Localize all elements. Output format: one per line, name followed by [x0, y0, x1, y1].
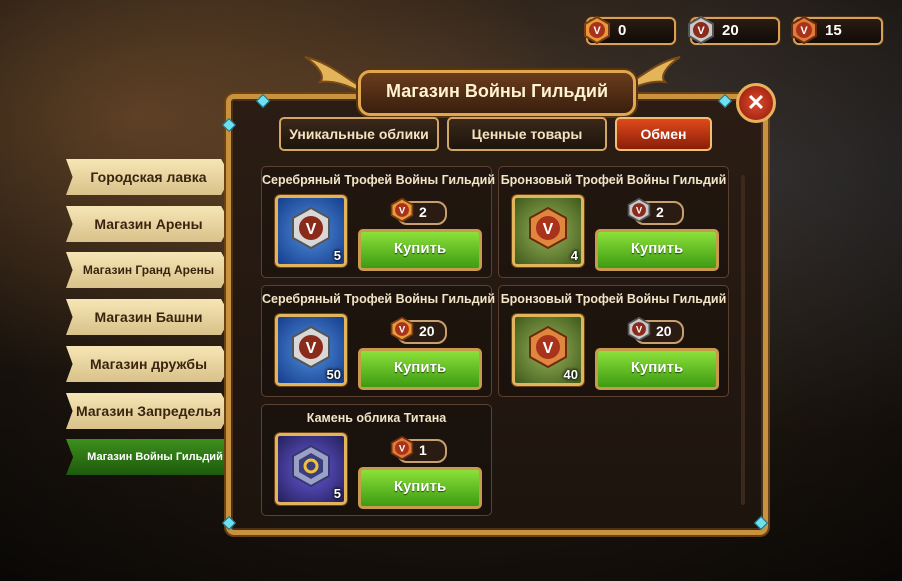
- item-price: V 20: [390, 316, 447, 344]
- currency-gold-trophy: V 0: [584, 15, 676, 45]
- svg-text:V: V: [399, 205, 406, 216]
- svg-text:V: V: [306, 340, 317, 357]
- bronze-trophy-icon: V: [791, 15, 817, 45]
- gold-trophy-icon: V: [390, 197, 414, 223]
- currency-silver-trophy: V 20: [688, 15, 780, 45]
- buy-button[interactable]: Купить: [595, 348, 719, 390]
- close-button[interactable]: ✕: [736, 83, 776, 123]
- svg-text:V: V: [306, 221, 317, 238]
- shop-item-card: Серебряный Трофей Войны Гильдий V 5 V 2 …: [261, 166, 496, 278]
- item-icon[interactable]: V 40: [512, 314, 584, 386]
- bronze-trophy-icon: V: [529, 325, 567, 369]
- buy-button[interactable]: Купить: [358, 229, 482, 271]
- currency-bronze-trophy: V 15: [791, 15, 883, 45]
- titan-skin-stone-icon: [292, 444, 330, 488]
- item-icon[interactable]: V 50: [275, 314, 347, 386]
- sidebar-item-tower-shop[interactable]: Магазин Башни: [66, 299, 231, 335]
- currency-silver-amount: 20: [722, 22, 739, 39]
- shop-item-card: Бронзовый Трофей Войны Гильдий V 40 V 20…: [498, 285, 729, 397]
- price-amount: 20: [656, 323, 672, 339]
- silver-trophy-icon: V: [688, 15, 714, 45]
- gold-trophy-icon: V: [390, 316, 414, 342]
- item-price: V 20: [627, 316, 684, 344]
- price-amount: 1: [419, 442, 427, 458]
- svg-text:V: V: [697, 25, 705, 37]
- scrollbar[interactable]: [741, 175, 745, 505]
- sidebar-item-friendship-shop[interactable]: Магазин дружбы: [66, 346, 231, 382]
- sidebar-item-guild-war-shop[interactable]: Магазин Войны Гильдий: [66, 439, 244, 475]
- item-title: Бронзовый Трофей Войны Гильдий: [500, 292, 727, 306]
- svg-text:V: V: [543, 340, 554, 357]
- bronze-trophy-icon: V: [390, 435, 414, 461]
- shop-item-card: Серебряный Трофей Войны Гильдий V 50 V 2…: [261, 285, 496, 397]
- sidebar-item-city-shop[interactable]: Городская лавка: [66, 159, 231, 195]
- buy-button[interactable]: Купить: [595, 229, 719, 271]
- item-title: Серебряный Трофей Войны Гильдий: [262, 173, 496, 187]
- item-title: Серебряный Трофей Войны Гильдий: [262, 292, 496, 306]
- currency-bronze-amount: 15: [825, 22, 842, 39]
- tab-unique-skins[interactable]: Уникальные облики: [279, 117, 439, 151]
- tab-valuable-goods[interactable]: Ценные товары: [447, 117, 607, 151]
- svg-text:V: V: [636, 324, 643, 335]
- shop-item-card: Бронзовый Трофей Войны Гильдий V 4 V 2 К…: [498, 166, 729, 278]
- buy-button[interactable]: Купить: [358, 467, 482, 509]
- currency-gold-amount: 0: [618, 22, 627, 39]
- price-amount: 2: [656, 204, 664, 220]
- item-icon[interactable]: 5: [275, 433, 347, 505]
- page-title: Магазин Войны Гильдий: [385, 81, 609, 101]
- item-icon[interactable]: V 5: [275, 195, 347, 267]
- item-price: V 2: [390, 197, 447, 225]
- item-title: Бронзовый Трофей Войны Гильдий: [500, 173, 727, 187]
- svg-text:V: V: [399, 443, 406, 454]
- svg-text:V: V: [636, 205, 643, 216]
- close-icon: ✕: [746, 90, 766, 115]
- item-quantity: 50: [326, 367, 341, 382]
- svg-text:V: V: [543, 221, 554, 238]
- item-icon[interactable]: V 4: [512, 195, 584, 267]
- sidebar-item-arena-shop[interactable]: Магазин Арены: [66, 206, 231, 242]
- buy-button[interactable]: Купить: [358, 348, 482, 390]
- shop-title-plate: Магазин Войны Гильдий: [358, 70, 636, 116]
- bronze-trophy-icon: V: [529, 206, 567, 250]
- gold-trophy-icon: V: [584, 15, 610, 45]
- item-quantity: 5: [333, 248, 341, 263]
- item-title: Камень облика Титана: [306, 411, 447, 425]
- item-quantity: 4: [570, 248, 578, 263]
- sidebar-item-outland-shop[interactable]: Магазин Запределья: [66, 393, 231, 429]
- svg-text:V: V: [399, 324, 406, 335]
- svg-text:V: V: [800, 25, 808, 37]
- tab-exchange[interactable]: Обмен: [615, 117, 712, 151]
- item-price: V 1: [390, 435, 447, 463]
- item-price: V 2: [627, 197, 684, 225]
- item-quantity: 5: [333, 486, 341, 501]
- price-amount: 2: [419, 204, 427, 220]
- shop-item-card: Камень облика Титана 5 V 1 Купить: [261, 404, 492, 516]
- silver-trophy-icon: V: [292, 206, 330, 250]
- silver-trophy-icon: V: [627, 197, 651, 223]
- sidebar-item-grand-arena-shop[interactable]: Магазин Гранд Арены: [66, 252, 231, 288]
- silver-trophy-icon: V: [292, 325, 330, 369]
- silver-trophy-icon: V: [627, 316, 651, 342]
- price-amount: 20: [419, 323, 435, 339]
- item-quantity: 40: [563, 367, 578, 382]
- svg-text:V: V: [593, 25, 601, 37]
